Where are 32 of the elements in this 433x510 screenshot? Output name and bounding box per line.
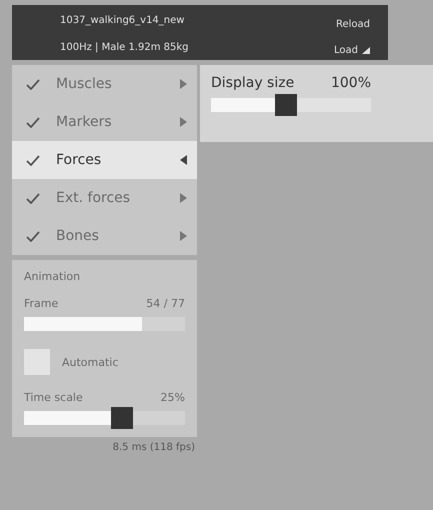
menu-item[interactable]: Markers xyxy=(12,103,197,141)
menu-label: Ext. forces xyxy=(56,190,132,206)
display-size-label: Display size xyxy=(211,75,294,91)
folder-icon xyxy=(362,47,370,54)
menu-item[interactable]: Ext. forces xyxy=(12,179,197,217)
menu-label: Forces xyxy=(56,152,102,168)
automatic-label: Automatic xyxy=(62,356,118,368)
model-info: 100Hz | Male 1.92m 85kg xyxy=(60,42,190,54)
display-size-value: 100% xyxy=(330,75,371,91)
right-arrow-icon xyxy=(180,79,187,89)
time-scale-value: 25% xyxy=(160,391,185,404)
slider-thumb[interactable] xyxy=(111,407,134,429)
menu-item[interactable]: Forces xyxy=(12,141,197,179)
load-button[interactable]: Load xyxy=(334,42,370,60)
reload-button[interactable]: Reload xyxy=(336,15,370,34)
menu-label: Bones xyxy=(56,228,100,244)
menu-item[interactable]: Bones xyxy=(12,217,197,255)
right-arrow-icon xyxy=(180,117,187,127)
menu-item[interactable]: Muscles xyxy=(12,65,197,103)
menu-label: Markers xyxy=(56,114,113,130)
right-arrow-icon xyxy=(180,193,187,203)
frame-value: 54 / 77 xyxy=(146,297,185,310)
frame-label: Frame xyxy=(24,297,58,310)
time-scale-label: Time scale xyxy=(24,391,83,404)
slider-thumb[interactable] xyxy=(275,94,298,116)
right-arrow-icon xyxy=(180,231,187,241)
file-name: 1037_walking6_v14_new xyxy=(60,15,186,28)
left-arrow-icon xyxy=(180,155,187,165)
menu-label: Muscles xyxy=(56,76,113,92)
section-title: Animation xyxy=(24,270,82,283)
automatic-checkbox[interactable] xyxy=(24,349,50,375)
frame-time: 8.5 ms (118 fps) xyxy=(112,442,195,453)
